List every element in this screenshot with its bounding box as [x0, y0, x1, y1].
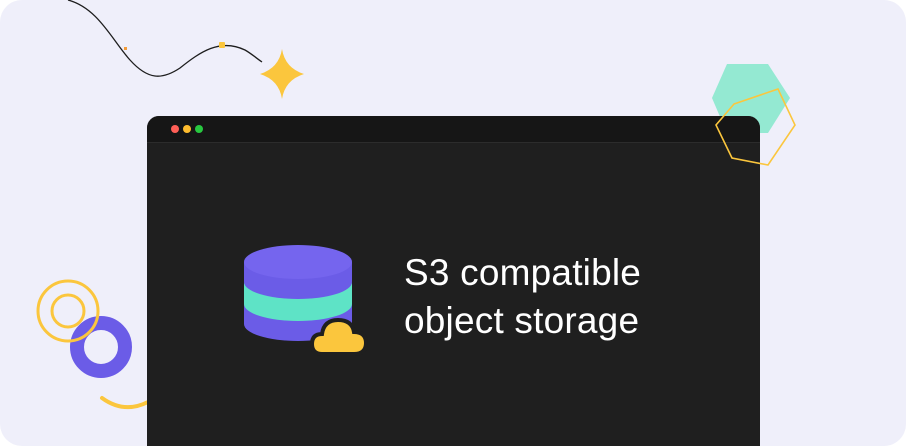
browser-titlebar — [147, 116, 760, 143]
confetti-yellow — [219, 42, 225, 48]
headline: S3 compatible object storage — [404, 249, 641, 345]
yellow-arc — [100, 396, 150, 410]
yellow-ring-outer — [36, 279, 100, 343]
headline-line-1: S3 compatible — [404, 252, 642, 293]
headline-line-2: object storage — [404, 300, 640, 341]
database-top-cap — [244, 245, 352, 279]
purple-ring — [70, 316, 132, 378]
close-button[interactable] — [171, 125, 179, 133]
maximize-button[interactable] — [195, 125, 203, 133]
confetti-orange — [124, 47, 127, 50]
sparkle-icon — [260, 49, 304, 99]
database-cloud-icon — [244, 245, 369, 356]
yellow-ring-inner — [50, 293, 86, 329]
squiggle-line — [67, 0, 263, 77]
minimize-button[interactable] — [183, 125, 191, 133]
illustration-canvas: S3 compatible object storage — [0, 0, 906, 446]
browser-window: S3 compatible object storage — [147, 116, 760, 446]
